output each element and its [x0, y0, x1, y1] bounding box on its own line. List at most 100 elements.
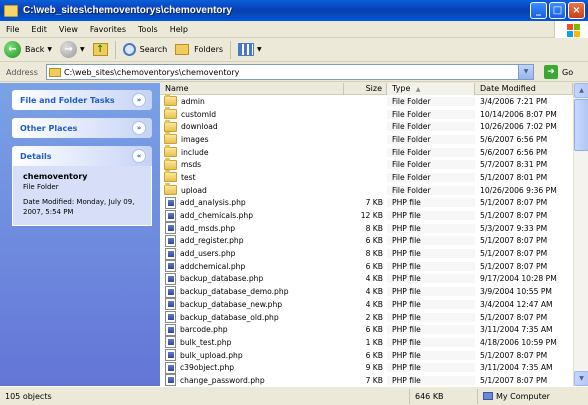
file-name-cell[interactable]: backup_database_new.php [160, 298, 344, 311]
file-date: 5/6/2007 6:56 PM [480, 134, 548, 144]
file-row[interactable]: change_password.php 7 KB PHP file 5/1/2007 … [160, 374, 573, 386]
up-folder-button[interactable]: ↑ [89, 39, 112, 61]
menu-favorites[interactable]: Favorites [84, 25, 132, 34]
file-date: 9/17/2004 10:28 PM [480, 274, 557, 284]
file-name-cell[interactable]: download [160, 119, 344, 132]
other-places-header[interactable]: Other Places » [12, 118, 152, 138]
back-label: Back [25, 45, 45, 54]
file-name-cell[interactable]: change_password.php [160, 374, 344, 386]
file-name-cell[interactable]: add_msds.php [160, 222, 344, 235]
file-name-cell[interactable]: upload [160, 183, 344, 196]
views-button[interactable]: ▼ [234, 39, 266, 61]
file-row[interactable]: add_register.php 6 KB PHP file 5/1/2007 8:0… [160, 234, 573, 248]
file-name-cell[interactable]: customId [160, 107, 344, 120]
file-name-cell[interactable]: test [160, 170, 344, 183]
file-size: 12 KB [360, 211, 383, 221]
file-row[interactable]: add_users.php 8 KB PHP file 5/1/2007 8:07 P… [160, 247, 573, 260]
file-row[interactable]: msds File Folder 5/7/2007 8:31 PM [160, 157, 573, 171]
file-name-cell[interactable]: add_analysis.php [160, 196, 344, 209]
file-row[interactable]: backup_database_new.php 4 KB PHP file 3/4/2… [160, 298, 573, 311]
file-name-cell[interactable]: admin [160, 94, 344, 107]
file-type: PHP file [387, 249, 475, 259]
file-row[interactable]: barcode.php 6 KB PHP file 3/11/2004 7:35 AM [160, 323, 573, 336]
file-row[interactable]: include File Folder 5/6/2007 6:56 PM [160, 145, 573, 159]
file-date: 5/6/2007 6:56 PM [480, 147, 548, 157]
other-places-panel[interactable]: Other Places » [12, 118, 152, 138]
file-name-cell[interactable]: barcode.php [160, 323, 344, 336]
file-row[interactable]: backup_database_demo.php 4 KB PHP file 3/9/… [160, 285, 573, 298]
back-button[interactable]: ← Back ▼ [0, 39, 56, 61]
file-date: 5/1/2007 8:07 PM [480, 350, 548, 360]
file-name: backup_database_old.php [180, 312, 279, 322]
file-name-cell[interactable]: add_users.php [160, 247, 344, 260]
file-row[interactable]: images File Folder 5/6/2007 6:56 PM [160, 132, 573, 146]
file-size: 8 KB [365, 249, 383, 259]
file-row[interactable]: backup_database_old.php 2 KB PHP file 5/1/2… [160, 311, 573, 324]
address-field[interactable]: C:\web_sites\chemoventorys\chemoventory … [46, 64, 534, 80]
column-header-date[interactable]: Date Modified [475, 83, 573, 95]
menu-help[interactable]: Help [164, 25, 194, 34]
file-folder-tasks-header[interactable]: File and Folder Tasks » [12, 90, 152, 110]
column-header-size[interactable]: Size [344, 83, 387, 95]
expand-icon[interactable]: » [132, 121, 146, 135]
file-date: 5/1/2007 8:07 PM [480, 211, 548, 221]
folders-button[interactable]: Folders [171, 39, 227, 61]
chevron-down-icon[interactable]: ▼ [47, 46, 52, 53]
file-row[interactable]: backup_database.php 4 KB PHP file 9/17/2004… [160, 272, 573, 286]
vertical-scrollbar[interactable]: ▲ ▼ [573, 83, 588, 386]
close-button[interactable]: × [568, 2, 585, 19]
file-name-cell[interactable]: msds [160, 157, 344, 170]
details-body: chemoventory File Folder Date Modified: … [12, 166, 152, 226]
file-row[interactable]: add_analysis.php 7 KB PHP file 5/1/2007 8:0… [160, 196, 573, 210]
search-button[interactable]: Search [119, 39, 171, 61]
file-name-cell[interactable]: add_register.php [160, 234, 344, 247]
expand-icon[interactable]: » [132, 93, 146, 107]
file-row[interactable]: c39object.php 9 KB PHP file 3/11/2004 7:35 … [160, 361, 573, 374]
minimize-button[interactable]: _ [530, 2, 547, 19]
file-row[interactable]: bulk_upload.php 6 KB PHP file 5/1/2007 8:07… [160, 349, 573, 362]
go-button[interactable]: ➜ Go [544, 65, 573, 79]
file-row[interactable]: bulk_test.php 1 KB PHP file 4/18/2006 10:59… [160, 336, 573, 349]
collapse-icon[interactable]: « [132, 149, 146, 163]
file-row[interactable]: download File Folder 10/26/2006 7:02 PM [160, 119, 573, 133]
toolbar-separator [114, 40, 116, 59]
file-name-cell[interactable]: backup_database_demo.php [160, 285, 344, 298]
file-name-cell[interactable]: bulk_test.php [160, 336, 344, 349]
folder-icon [49, 67, 61, 77]
file-type: PHP file [387, 223, 475, 233]
file-row[interactable]: test File Folder 5/1/2007 8:01 PM [160, 170, 573, 184]
column-header-name[interactable]: Name [160, 83, 344, 95]
scroll-down-button[interactable]: ▼ [574, 371, 588, 386]
file-name-cell[interactable]: bulk_upload.php [160, 349, 344, 362]
menu-view[interactable]: View [53, 25, 84, 34]
chevron-down-icon[interactable]: ▼ [257, 46, 262, 53]
file-name-cell[interactable]: c39object.php [160, 361, 344, 374]
file-date: 10/26/2006 7:02 PM [480, 122, 557, 132]
maximize-button[interactable]: □ [549, 2, 566, 19]
chevron-down-icon[interactable]: ▼ [80, 46, 85, 53]
chevron-down-icon[interactable]: ▼ [518, 65, 533, 79]
file-row[interactable]: customId File Folder 10/14/2006 8:07 PM [160, 107, 573, 121]
file-name-cell[interactable]: backup_database.php [160, 272, 344, 285]
file-name-cell[interactable]: backup_database_old.php [160, 311, 344, 324]
column-header-type[interactable]: Type ▲ [387, 83, 475, 95]
file-folder-tasks-panel[interactable]: File and Folder Tasks » [12, 90, 152, 110]
file-name: admin [181, 96, 205, 106]
file-row[interactable]: addchemical.php 6 KB PHP file 5/1/2007 8:07… [160, 260, 573, 273]
details-header[interactable]: Details « [12, 146, 152, 166]
file-row[interactable]: add_msds.php 8 KB PHP file 5/3/2007 9:33 PM [160, 222, 573, 235]
menu-file[interactable]: File [0, 25, 25, 34]
file-name-cell[interactable]: images [160, 132, 344, 145]
menu-edit[interactable]: Edit [25, 25, 53, 34]
file-name-cell[interactable]: add_chemicals.php [160, 209, 344, 222]
scroll-up-button[interactable]: ▲ [574, 83, 588, 98]
file-row[interactable]: upload File Folder 10/26/2006 9:36 PM [160, 183, 573, 197]
menu-tools[interactable]: Tools [132, 25, 164, 34]
file-row[interactable]: admin File Folder 3/4/2006 7:21 PM [160, 94, 573, 108]
title-bar[interactable]: C:\web_sites\chemoventorys\chemoventory … [0, 0, 588, 21]
file-name-cell[interactable]: include [160, 145, 344, 158]
file-row[interactable]: add_chemicals.php 12 KB PHP file 5/1/2007 8… [160, 209, 573, 222]
file-name-cell[interactable]: addchemical.php [160, 260, 344, 273]
scroll-thumb[interactable] [574, 99, 588, 151]
forward-button[interactable]: → ▼ [56, 39, 89, 61]
